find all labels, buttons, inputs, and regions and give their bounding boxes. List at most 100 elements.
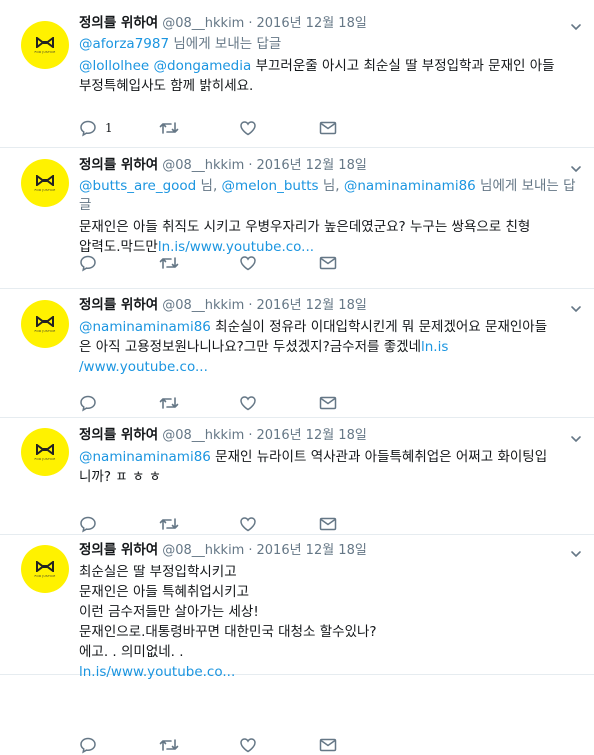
reply-count: 1 bbox=[105, 121, 113, 135]
like-button[interactable] bbox=[239, 254, 319, 272]
avatar[interactable]: FOR JUSTICE bbox=[21, 428, 69, 476]
retweet-button[interactable] bbox=[159, 394, 239, 412]
retweet-button[interactable] bbox=[159, 736, 239, 754]
like-button[interactable] bbox=[239, 394, 319, 412]
tweet-link[interactable]: ln.is bbox=[421, 339, 448, 355]
reply-label: 님, bbox=[318, 178, 344, 194]
retweet-button[interactable] bbox=[159, 515, 239, 533]
tweet-text-segment: 이런 금수저들만 살아가는 세상! bbox=[79, 604, 259, 620]
handle[interactable]: @08__hkkim bbox=[162, 158, 244, 173]
reply-mention[interactable]: @melon_butts bbox=[222, 178, 319, 194]
tweet[interactable]: FOR JUSTICE 정의를 위하여 @08__hkkim · 2016년 12월 1… bbox=[0, 148, 594, 289]
separator-dot: · bbox=[248, 158, 253, 173]
tweet-text: 최순실은 딸 부정입학시키고 문재인은 아들 특혜취업시키고 이런 금수저들만 살아… bbox=[79, 562, 582, 682]
like-button[interactable] bbox=[239, 119, 319, 137]
direct-message-button[interactable] bbox=[319, 395, 399, 411]
tweet[interactable]: FOR JUSTICE 정의를 위하여 @08__hkkim · 2016년 12월 1… bbox=[0, 418, 594, 535]
tweet-mention[interactable]: @naminaminami86 bbox=[79, 449, 211, 465]
tweet-text-line: 문재인으로.대통령바꾸면 대한민국 대청소 할수있나? bbox=[79, 622, 582, 642]
avatar[interactable]: FOR JUSTICE bbox=[21, 300, 69, 348]
reply-button[interactable] bbox=[79, 515, 159, 533]
reply-context: @aforza7987 님에게 보내는 답글 bbox=[79, 35, 582, 54]
retweet-button[interactable] bbox=[159, 119, 239, 137]
envelope-icon bbox=[319, 395, 337, 411]
tweet-text-segment: 에고. . 의미없네. . bbox=[79, 644, 184, 660]
reply-button[interactable] bbox=[79, 736, 159, 754]
tweet-link[interactable]: /www.youtube.co... bbox=[79, 359, 208, 375]
tweet[interactable]: FOR JUSTICE 정의를 위하여 @08__hkkim · 2016년 12월 1… bbox=[0, 289, 594, 418]
display-name[interactable]: 정의를 위하여 bbox=[79, 157, 158, 173]
reply-label: 님에게 보내는 답글 bbox=[169, 36, 282, 52]
direct-message-button[interactable] bbox=[319, 255, 399, 271]
avatar[interactable]: FOR JUSTICE bbox=[21, 545, 69, 593]
tweet-header: 정의를 위하여 @08__hkkim · 2016년 12월 18일 bbox=[79, 156, 582, 175]
tweet-actions bbox=[79, 253, 399, 273]
bow-logo-icon bbox=[35, 174, 55, 186]
reply-button[interactable] bbox=[79, 254, 159, 272]
avatar[interactable]: FOR JUSTICE bbox=[21, 159, 69, 207]
tweet-header: 정의를 위하여 @08__hkkim · 2016년 12월 18일 bbox=[79, 541, 582, 560]
tweet-text-segment: 은 아직 고용정보원나니나요?그만 두셨겠지?금수저를 좋겠네 bbox=[79, 339, 421, 355]
like-button[interactable] bbox=[239, 515, 319, 533]
tweet-text-line: ln.is/www.youtube.co... bbox=[79, 662, 582, 682]
tweet-actions: 1 bbox=[79, 118, 399, 138]
tweet-content: 정의를 위하여 @08__hkkim · 2016년 12월 18일 @butts_ar… bbox=[79, 156, 582, 257]
timestamp[interactable]: 2016년 12월 18일 bbox=[257, 428, 367, 443]
reply-button[interactable]: 1 bbox=[79, 119, 159, 137]
handle[interactable]: @08__hkkim bbox=[162, 543, 244, 558]
direct-message-button[interactable] bbox=[319, 120, 399, 136]
tweet-text: @naminaminami86 문재인 뉴라이트 역사관과 아들특혜취업은 어쩌… bbox=[79, 447, 582, 487]
tweet-text: @lollolhee @dongamedia 부끄러운줄 아시고 최순실 딸 부… bbox=[79, 56, 582, 96]
tweet-text-line: 이런 금수저들만 살아가는 세상! bbox=[79, 602, 582, 622]
tweet-link[interactable]: ln.is/www.youtube.co... bbox=[79, 664, 235, 680]
handle[interactable]: @08__hkkim bbox=[162, 16, 244, 31]
tweet-mention[interactable]: @lollolhee bbox=[79, 58, 149, 74]
tweet-text-line: /www.youtube.co... bbox=[79, 357, 582, 377]
tweet-text-segment: 문재인은 아들 취직도 시키고 우병우자리가 높은데였군요? 누구는 쌍욕으로 … bbox=[79, 219, 531, 235]
timestamp[interactable]: 2016년 12월 18일 bbox=[257, 16, 367, 31]
tweet-text-segment: 부끄러운줄 아시고 최순실 딸 부정입학과 문재인 아들 bbox=[251, 58, 555, 74]
tweet-text-segment: 문재인으로.대통령바꾸면 대한민국 대청소 할수있나? bbox=[79, 624, 377, 640]
separator-dot: · bbox=[248, 543, 253, 558]
timestamp[interactable]: 2016년 12월 18일 bbox=[257, 158, 367, 173]
timestamp[interactable]: 2016년 12월 18일 bbox=[257, 543, 367, 558]
display-name[interactable]: 정의를 위하여 bbox=[79, 15, 158, 31]
direct-message-button[interactable] bbox=[319, 737, 399, 753]
tweet[interactable]: FOR JUSTICE 정의를 위하여 @08__hkkim · 2016년 12월 1… bbox=[0, 0, 594, 148]
tweet-header: 정의를 위하여 @08__hkkim · 2016년 12월 18일 bbox=[79, 296, 582, 315]
heart-icon bbox=[239, 254, 257, 272]
reply-mention[interactable]: @aforza7987 bbox=[79, 36, 169, 52]
tweet-text: 문재인은 아들 취직도 시키고 우병우자리가 높은데였군요? 누구는 쌍욕으로 … bbox=[79, 217, 582, 257]
reply-mention[interactable]: @butts_are_good bbox=[79, 178, 196, 194]
avatar[interactable]: FOR JUSTICE bbox=[21, 21, 69, 69]
retweet-button[interactable] bbox=[159, 254, 239, 272]
like-button[interactable] bbox=[239, 736, 319, 754]
tweet-text-line: 에고. . 의미없네. . bbox=[79, 642, 582, 662]
tweet-text-line: @naminaminami86 최순실이 정유라 이대입학시킨게 뭐 문제겠어요… bbox=[79, 317, 582, 337]
reply-button[interactable] bbox=[79, 394, 159, 412]
bow-logo-icon bbox=[35, 315, 55, 327]
display-name[interactable]: 정의를 위하여 bbox=[79, 427, 158, 443]
tweet[interactable]: FOR JUSTICE 정의를 위하여 @08__hkkim · 2016년 12월 1… bbox=[0, 535, 594, 754]
separator-dot: · bbox=[248, 428, 253, 443]
envelope-icon bbox=[319, 255, 337, 271]
tweet-content: 정의를 위하여 @08__hkkim · 2016년 12월 18일 @naminami… bbox=[79, 296, 582, 377]
bow-logo-icon bbox=[35, 443, 55, 455]
tweet-text-segment: 최순실은 딸 부정입학시키고 bbox=[79, 564, 237, 580]
heart-icon bbox=[239, 736, 257, 754]
reply-label: 님, bbox=[196, 178, 222, 194]
handle[interactable]: @08__hkkim bbox=[162, 428, 244, 443]
tweet-content: 정의를 위하여 @08__hkkim · 2016년 12월 18일 @naminami… bbox=[79, 426, 582, 487]
tweet-actions bbox=[79, 393, 399, 413]
retweet-icon bbox=[159, 515, 179, 533]
handle[interactable]: @08__hkkim bbox=[162, 298, 244, 313]
tweet-mention[interactable]: @dongamedia bbox=[154, 58, 252, 74]
reply-mention[interactable]: @naminaminami86 bbox=[344, 178, 476, 194]
display-name[interactable]: 정의를 위하여 bbox=[79, 297, 158, 313]
separator-dot: · bbox=[248, 16, 253, 31]
direct-message-button[interactable] bbox=[319, 516, 399, 532]
tweet-mention[interactable]: @naminaminami86 bbox=[79, 319, 211, 335]
timestamp[interactable]: 2016년 12월 18일 bbox=[257, 298, 367, 313]
retweet-icon bbox=[159, 394, 179, 412]
display-name[interactable]: 정의를 위하여 bbox=[79, 542, 158, 558]
